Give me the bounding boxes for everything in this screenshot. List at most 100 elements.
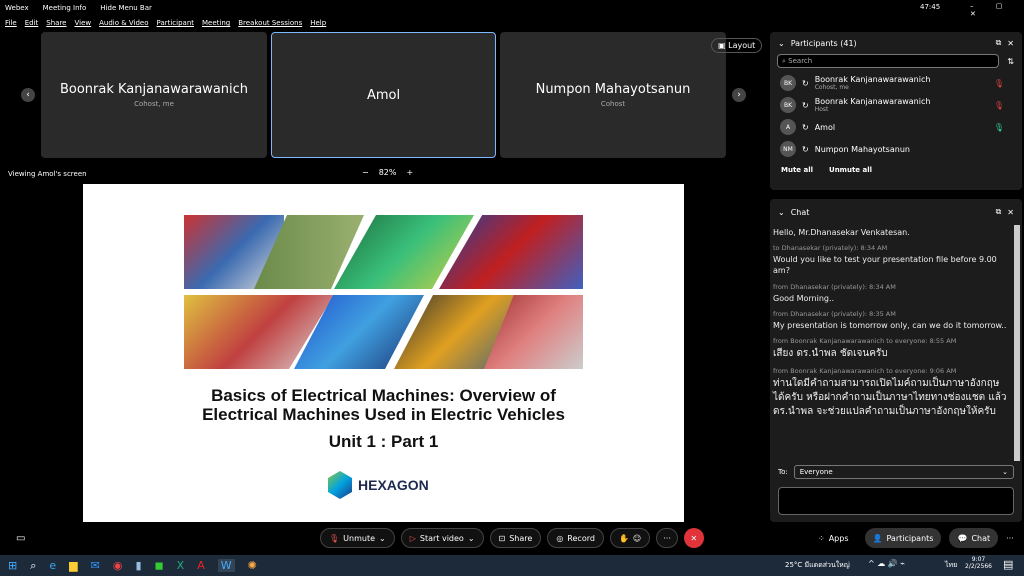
tile-name: Amol (366, 87, 401, 103)
layout-button[interactable]: ▣ Layout (711, 38, 763, 53)
participant-role: Host (814, 106, 829, 113)
sync-icon: ↻ (802, 122, 809, 132)
participant-name: Boonrak Kanjanawarawanich (814, 75, 931, 84)
participant-row[interactable]: BK ↻ Boonrak Kanjanawarawanich Cohost, me 🎙 (770, 72, 1022, 94)
apps-button[interactable]: ⁘ Apps (810, 528, 857, 548)
next-page-button[interactable]: › (732, 88, 746, 102)
close-icon[interactable]: ✕ (1007, 208, 1014, 217)
hide-menu-bar-button[interactable]: Hide Menu Bar (100, 4, 152, 12)
popout-icon[interactable]: ⧉ (996, 207, 1002, 217)
participant-row[interactable]: NM ↻ Numpon Mahayotsanun (770, 138, 1022, 160)
captions-icon[interactable]: ▭ (16, 533, 25, 544)
zoom-out-button[interactable]: − (362, 168, 369, 177)
recipient-select[interactable]: Everyone ⌄ (793, 465, 1014, 479)
participant-row[interactable]: BK ↻ Boonrak Kanjanawarawanich Host 🎙 (770, 94, 1022, 116)
participant-role: Cohost, me (814, 84, 849, 91)
language-indicator[interactable]: ไทย (945, 560, 957, 571)
video-tile[interactable]: Boonrak Kanjanawarawanich Cohost, me (41, 32, 267, 158)
mic-muted-icon[interactable]: 🎙 (994, 79, 1004, 88)
participant-search-input[interactable]: ⌕ Search (777, 54, 1000, 68)
notification-icon[interactable]: ▤ (1003, 558, 1013, 571)
tile-name: Numpon Mahayotsanun (535, 82, 691, 97)
collapse-icon[interactable]: ⌄ (778, 39, 785, 48)
start-icon[interactable]: ⊞ (8, 559, 17, 572)
file-explorer-icon[interactable]: ▆ (69, 559, 77, 572)
collapse-icon[interactable]: ⌄ (778, 208, 785, 217)
app-icon[interactable]: ✺ (248, 559, 257, 572)
record-icon: ◎ (556, 533, 564, 543)
unmute-label: Unmute (343, 533, 376, 543)
leave-meeting-button[interactable]: ✕ (683, 528, 704, 548)
record-button[interactable]: ◎ Record (547, 528, 604, 548)
avatar: BK (780, 75, 796, 91)
participant-row[interactable]: A ↻ Amol 🎙 (770, 116, 1022, 138)
menu-participant[interactable]: Participant (157, 19, 194, 27)
menu-share[interactable]: Share (46, 19, 66, 27)
message-text: ท่านใดมีคำถามสามารถเปิดไมค์ถามเป็นภาษาอั… (773, 377, 1007, 417)
prev-page-button[interactable]: ‹ (21, 88, 35, 102)
mail-icon[interactable]: ✉ (91, 559, 100, 572)
reactions-button[interactable]: ✋ ☺ (609, 528, 651, 548)
sync-icon: ↻ (802, 100, 809, 110)
meeting-info-button[interactable]: Meeting Info (43, 4, 87, 12)
webex-icon[interactable]: W (217, 559, 235, 572)
hand-icon: ✋ (618, 533, 629, 543)
menu-audio-video[interactable]: Audio & Video (99, 19, 148, 27)
menu-bar: File Edit Share View Audio & Video Parti… (0, 16, 326, 30)
tile-role: Cohost, me (134, 100, 174, 108)
chrome-icon[interactable]: ◉ (113, 559, 123, 572)
acrobat-icon[interactable]: A (197, 559, 205, 572)
more-icon[interactable]: ··· (1006, 534, 1014, 543)
chat-message: Hello, Mr.Dhanasekar Venkatesan. (773, 227, 1008, 238)
sort-icon[interactable]: ⇅ (1007, 57, 1014, 66)
sync-icon: ↻ (802, 78, 809, 88)
more-button[interactable]: ··· (656, 528, 678, 548)
viewing-label: Viewing Amol's screen (8, 170, 87, 178)
apps-label: Apps (828, 533, 849, 543)
zoom-in-button[interactable]: + (406, 168, 413, 177)
tile-role: Cohost (600, 100, 626, 108)
share-button[interactable]: ⊡ Share (489, 528, 542, 548)
app-icon[interactable]: ▮ (135, 559, 141, 572)
chat-scrollbar[interactable] (1014, 225, 1020, 461)
clock[interactable]: 9:07 2/2/2566 (965, 556, 992, 570)
weather-widget[interactable]: 25°C มีแดดส่วนใหญ่ (785, 560, 850, 571)
mic-on-icon[interactable]: 🎙 (994, 123, 1004, 132)
popout-icon[interactable]: ⧉ (996, 38, 1002, 48)
participants-button[interactable]: 👤 Participants (864, 528, 942, 548)
mute-all-button[interactable]: Mute all (781, 166, 813, 174)
unmute-all-button[interactable]: Unmute all (829, 166, 872, 174)
window-controls[interactable]: – ▢ ✕ (970, 2, 1024, 18)
person-icon: 👤 (872, 533, 883, 543)
chat-input[interactable] (778, 487, 1014, 515)
message-text: เสียง ดร.นำพล ชัดเจนครับ (773, 347, 888, 359)
chat-message: from Dhanasekar (privately): 8:35 AM My p… (773, 310, 1008, 331)
menu-help[interactable]: Help (310, 19, 326, 27)
start-video-label: Start video (419, 533, 464, 543)
emoji-icon: ☺ (632, 533, 642, 543)
chat-button[interactable]: 💬 Chat (949, 528, 999, 548)
menu-meeting[interactable]: Meeting (202, 19, 230, 27)
start-video-button[interactable]: ▷ Start video ⌄ (400, 528, 484, 548)
menu-file[interactable]: File (5, 19, 17, 27)
search-icon[interactable]: ⌕ (30, 559, 36, 573)
menu-view[interactable]: View (74, 19, 91, 27)
chevron-down-icon: ⌄ (1002, 468, 1008, 476)
video-tile[interactable]: Numpon Mahayotsanun Cohost (500, 32, 726, 158)
title-bar: Webex Meeting Info Hide Menu Bar 47:45 –… (0, 0, 1024, 18)
edge-icon[interactable]: e (49, 559, 56, 572)
close-icon[interactable]: ✕ (1007, 39, 1014, 48)
chat-message: from Boonrak Kanjanawarawanich to everyo… (773, 337, 1008, 361)
menu-breakout[interactable]: Breakout Sessions (238, 19, 302, 27)
excel-icon[interactable]: X (177, 559, 185, 572)
mic-muted-icon[interactable]: 🎙 (994, 101, 1004, 110)
system-tray-icons[interactable]: ^ ☁ 🔊 ⌁ (868, 559, 905, 568)
unmute-button[interactable]: 🎙 Unmute ⌄ (320, 528, 395, 548)
participants-label: Participants (886, 533, 934, 543)
line-icon[interactable]: ◼ (155, 559, 164, 572)
menu-edit[interactable]: Edit (25, 19, 39, 27)
chat-icon: 💬 (957, 533, 968, 543)
sync-icon: ↻ (802, 144, 809, 154)
video-tile-active[interactable]: Amol (271, 32, 496, 158)
slide-title-line2: Electrical Machines Used in Electric Veh… (202, 405, 565, 424)
